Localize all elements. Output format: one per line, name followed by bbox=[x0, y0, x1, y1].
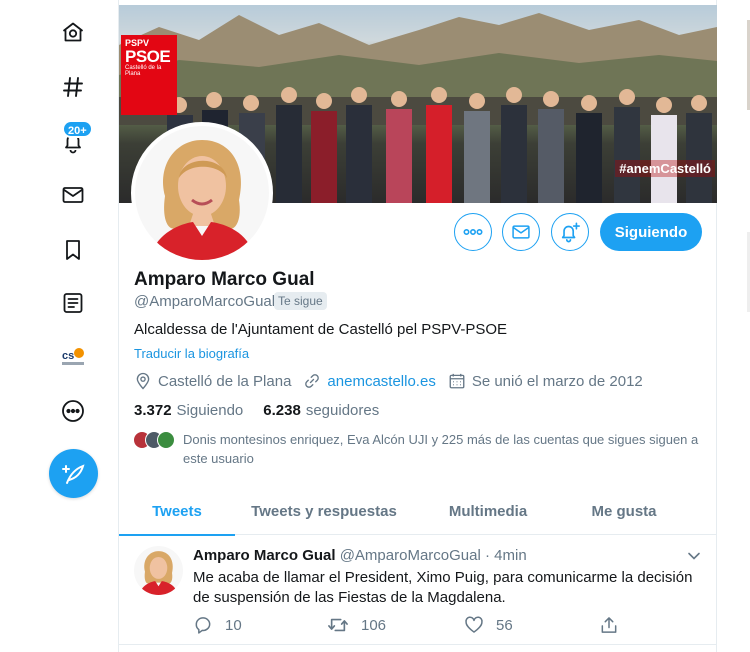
profile-column: PSPV PSOE Castelló de la Plana #anemCast… bbox=[118, 0, 717, 652]
profile-website-link[interactable]: anemcastello.es bbox=[327, 373, 435, 390]
svg-text:cs: cs bbox=[62, 350, 74, 362]
following-count-link[interactable]: 3.372 Siguiendo bbox=[134, 402, 243, 419]
followers-label: seguidores bbox=[305, 402, 380, 419]
reply-count: 10 bbox=[225, 616, 242, 634]
tweet-header: Amparo Marco Gual @AmparoMarcoGual · 4mi… bbox=[193, 547, 527, 564]
followers-count: 6.238 bbox=[263, 402, 301, 419]
nav-profile[interactable]: cs bbox=[47, 335, 99, 379]
follows-you-badge: Te sigue bbox=[274, 292, 327, 310]
hashtag-icon bbox=[63, 77, 83, 97]
notify-button[interactable] bbox=[551, 213, 589, 251]
profile-joined-date: Se unió el marzo de 2012 bbox=[471, 372, 643, 390]
retweet-count: 106 bbox=[361, 616, 387, 634]
psoe-sign-sub: Castelló de la Plana bbox=[125, 65, 162, 77]
following-label: Siguiendo bbox=[176, 402, 244, 419]
message-button[interactable] bbox=[502, 213, 540, 251]
bell-plus-icon bbox=[561, 222, 580, 243]
retweet-icon bbox=[328, 618, 348, 632]
psoe-sign-main: PSOE bbox=[125, 47, 171, 66]
reply-button[interactable]: 10 bbox=[193, 615, 242, 635]
tab-likes[interactable]: Me gusta bbox=[563, 488, 685, 535]
more-options-button[interactable] bbox=[454, 213, 492, 251]
reply-icon bbox=[195, 617, 211, 634]
tab-tweets[interactable]: Tweets bbox=[119, 488, 235, 536]
more-options-icon bbox=[62, 400, 84, 422]
profile-bio: Alcaldessa de l'Ajuntament de Castelló p… bbox=[134, 321, 508, 338]
known-follower-avatars bbox=[133, 431, 181, 449]
nav-lists[interactable] bbox=[47, 281, 99, 325]
tweet-author-avatar[interactable] bbox=[134, 546, 183, 595]
tweet-actions: 10 106 56 bbox=[193, 615, 633, 637]
like-button[interactable]: 56 bbox=[464, 615, 513, 635]
following-button[interactable]: Siguiendo bbox=[600, 213, 702, 251]
profile-name: Amparo Marco Gual bbox=[134, 269, 315, 290]
known-follower-avatar bbox=[157, 431, 175, 449]
bookmark-icon bbox=[66, 240, 80, 260]
nav-more[interactable] bbox=[47, 389, 99, 433]
profile-avatar[interactable] bbox=[131, 122, 273, 264]
profile-stats: 3.372 Siguiendo 6.238 seguidores bbox=[134, 402, 379, 419]
link-icon bbox=[305, 374, 320, 388]
tweet-time[interactable]: 4min bbox=[494, 547, 527, 564]
tweet-text: Me acaba de llamar el President, Ximo Pu… bbox=[193, 569, 693, 606]
heart-icon bbox=[465, 616, 483, 633]
notifications-badge: 20+ bbox=[62, 120, 93, 138]
nav-home[interactable] bbox=[47, 10, 99, 54]
tweet[interactable]: Amparo Marco Gual @AmparoMarcoGual · 4mi… bbox=[119, 535, 717, 645]
following-count: 3.372 bbox=[134, 402, 172, 419]
tab-media[interactable]: Multimedia bbox=[413, 488, 563, 535]
tweet-author-photo bbox=[134, 546, 183, 595]
share-icon bbox=[601, 617, 617, 633]
nav-bookmarks[interactable] bbox=[47, 228, 99, 272]
followers-you-know-text[interactable]: Donis montesinos enriquez, Eva Alcón UJI… bbox=[183, 430, 703, 468]
profile-tabs: Tweets Tweets y respuestas Multimedia Me… bbox=[119, 488, 717, 536]
list-icon bbox=[63, 293, 83, 313]
location-icon bbox=[136, 372, 150, 390]
tweet-author-handle[interactable]: @AmparoMarcoGual bbox=[340, 547, 481, 564]
followers-count-link[interactable]: 6.238 seguidores bbox=[263, 402, 379, 419]
quill-plus-icon bbox=[61, 463, 85, 484]
profile-photo bbox=[135, 126, 269, 260]
chevron-down-icon[interactable] bbox=[685, 547, 703, 565]
share-button[interactable] bbox=[599, 615, 631, 635]
like-count: 56 bbox=[496, 616, 513, 634]
mail-icon bbox=[62, 187, 84, 203]
retweet-button[interactable]: 106 bbox=[327, 615, 386, 635]
mail-icon bbox=[512, 225, 530, 239]
tweet-author-name[interactable]: Amparo Marco Gual bbox=[193, 547, 336, 564]
profile-location: Castelló de la Plana bbox=[158, 372, 292, 390]
home-icon bbox=[63, 22, 83, 42]
profile-avatar-icon: cs bbox=[60, 344, 86, 370]
calendar-icon bbox=[449, 373, 465, 389]
banner-hashtag: #anemCastelló bbox=[615, 160, 715, 177]
ellipsis-icon bbox=[463, 228, 483, 236]
profile-meta: Castelló de la Plana anemcastello.es Se … bbox=[134, 372, 643, 390]
tab-tweets-replies[interactable]: Tweets y respuestas bbox=[235, 488, 413, 535]
tweet-separator: · bbox=[484, 547, 490, 564]
profile-handle: @AmparoMarcoGual bbox=[134, 293, 276, 310]
left-nav: 20+ cs bbox=[0, 0, 118, 652]
followers-you-know: Donis montesinos enriquez, Eva Alcón UJI… bbox=[133, 430, 703, 468]
nav-explore[interactable] bbox=[47, 65, 99, 109]
nav-messages[interactable] bbox=[47, 173, 99, 217]
translate-bio-link[interactable]: Traducir la biografía bbox=[134, 346, 249, 361]
compose-tweet-button[interactable] bbox=[49, 449, 98, 498]
psoe-sign: PSPV PSOE Castelló de la Plana bbox=[121, 35, 177, 115]
